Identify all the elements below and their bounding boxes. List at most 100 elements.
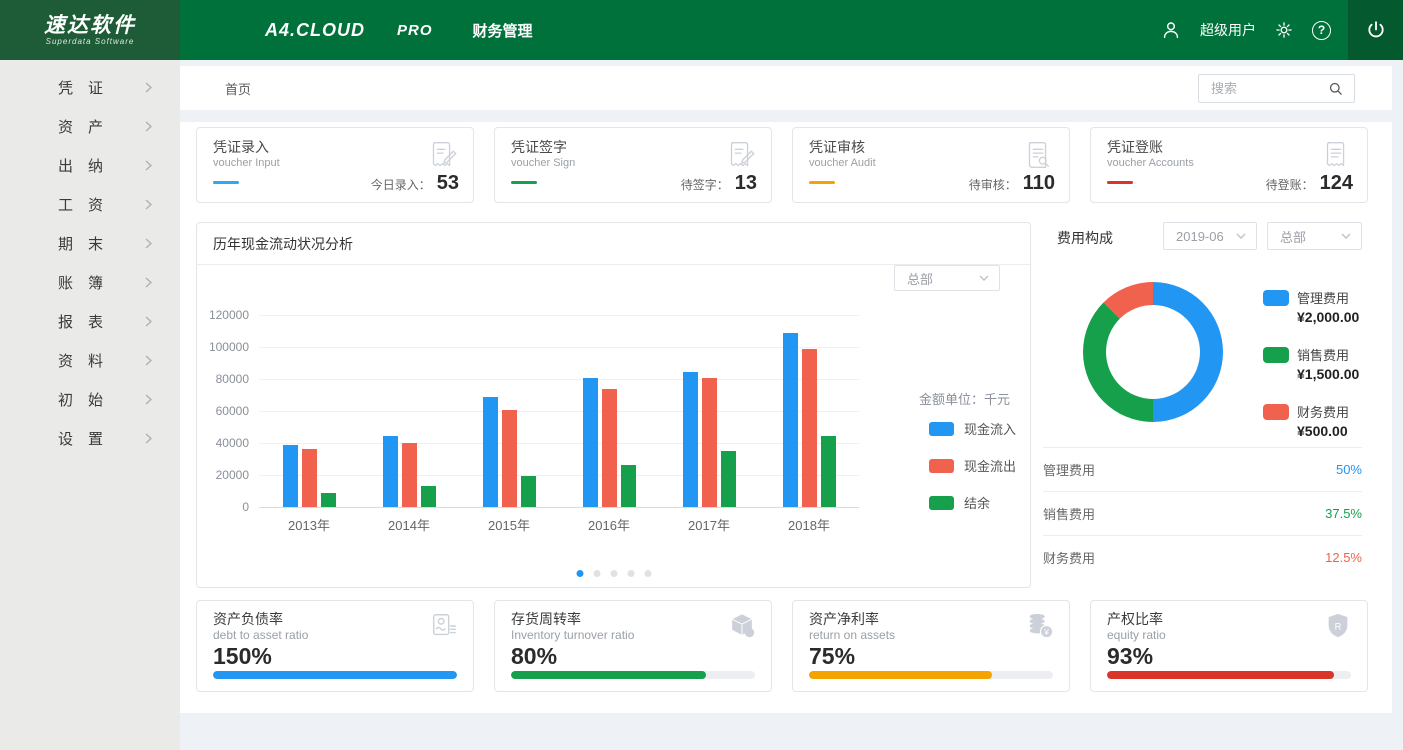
expense-legend: 管理费用 ¥2,000.00 销售费用 ¥1,500.00 财务费用 ¥500.… <box>1263 288 1359 459</box>
metric-label: 待签字： <box>681 176 729 193</box>
help-icon[interactable]: ? <box>1312 21 1331 40</box>
expense-donut-chart <box>1083 282 1223 422</box>
progress-fill <box>213 671 457 679</box>
bar-group-2014年 <box>359 436 459 507</box>
expense-panel-title: 费用构成 <box>1057 228 1113 248</box>
ratio-value: 93% <box>1107 643 1153 670</box>
legend-item: 现金流入 <box>929 419 1016 438</box>
current-user-name[interactable]: 超级用户 <box>1200 20 1256 40</box>
user-icon[interactable] <box>1160 19 1182 41</box>
ratio-value: 75% <box>809 643 855 670</box>
legend-swatch <box>929 496 954 510</box>
bar-chart-x-axis: 2013年2014年2015年2016年2017年2018年 <box>259 515 859 534</box>
metric-value: 124 <box>1320 172 1353 195</box>
ratio-value: 80% <box>511 643 557 670</box>
card-subtitle: Inventory turnover ratio <box>511 628 634 642</box>
carousel-dot-2[interactable] <box>593 570 600 577</box>
legend-item: 结余 <box>929 493 1016 512</box>
accent-dash <box>809 181 835 184</box>
card-title: 资产净利率 <box>809 609 879 629</box>
chevron-right-icon <box>145 199 152 210</box>
legend-amount: ¥500.00 <box>1297 423 1349 439</box>
donut-hole <box>1106 305 1200 399</box>
progress-fill <box>1107 671 1334 679</box>
logout-power-button[interactable] <box>1348 0 1403 60</box>
bar-结余 <box>521 476 536 507</box>
card-title: 凭证审核 <box>809 137 865 157</box>
expense-percent: 37.5% <box>1325 506 1362 521</box>
sidebar-item-initial[interactable]: 初 始 <box>0 380 180 419</box>
y-tick-label: 60000 <box>201 404 249 418</box>
carousel-dot-3[interactable] <box>610 570 617 577</box>
branch-select[interactable]: 总部 <box>894 265 1000 291</box>
sidebar-item-payroll[interactable]: 工 资 <box>0 185 180 224</box>
expense-percent: 12.5% <box>1325 550 1362 565</box>
shield-icon: R <box>1323 611 1353 646</box>
legend-swatch <box>929 422 954 436</box>
card-metric: 待登账： 124 <box>1266 172 1353 195</box>
chevron-right-icon <box>145 355 152 366</box>
sidebar-item-ledgers[interactable]: 账 簿 <box>0 263 180 302</box>
carousel-dot-4[interactable] <box>627 570 634 577</box>
settings-gear-icon[interactable] <box>1274 20 1294 40</box>
legend-swatch <box>929 459 954 473</box>
sidebar-item-label: 工 资 <box>58 194 103 215</box>
sidebar-item-cashier[interactable]: 出 纳 <box>0 146 180 185</box>
legend-label: 销售费用 <box>1297 345 1359 364</box>
progress-track <box>213 671 457 679</box>
card-voucher-sign[interactable]: 凭证签字 voucher Sign 待签字： 13 <box>494 127 772 203</box>
search-icon[interactable] <box>1327 80 1344 97</box>
breadcrumb-home[interactable]: 首页 <box>225 66 251 110</box>
metric-label: 待审核： <box>969 176 1017 193</box>
svg-text:R: R <box>1335 621 1342 631</box>
sidebar-item-base-data[interactable]: 资 料 <box>0 341 180 380</box>
module-name: 财务管理 <box>473 20 533 41</box>
carousel-dot-5[interactable] <box>644 570 651 577</box>
chevron-down-icon <box>1236 233 1246 239</box>
sidebar-item-period-end[interactable]: 期 末 <box>0 224 180 263</box>
cash-flow-title: 历年现金流动状况分析 <box>197 223 1030 265</box>
sidebar-item-assets[interactable]: 资 产 <box>0 107 180 146</box>
y-tick-label: 120000 <box>201 308 249 322</box>
card-inventory-turnover-ratio: 存货周转率 Inventory turnover ratio 80% <box>494 600 772 692</box>
sidebar-item-voucher[interactable]: 凭 证 <box>0 68 180 107</box>
metric-label: 待登账： <box>1266 176 1314 193</box>
sidebar-item-label: 资 料 <box>58 350 103 371</box>
legend-label: 财务费用 <box>1297 402 1349 421</box>
branch-select-expense[interactable]: 总部 <box>1267 222 1362 250</box>
bar-chart-plot <box>259 315 859 507</box>
progress-fill <box>511 671 706 679</box>
card-title: 产权比率 <box>1107 609 1163 629</box>
ratio-value: 150% <box>213 643 272 670</box>
metric-value: 110 <box>1023 172 1055 195</box>
cube-icon <box>727 611 757 646</box>
search-input[interactable] <box>1199 81 1327 96</box>
card-voucher-audit[interactable]: 凭证审核 voucher Audit 待审核： 110 <box>792 127 1070 203</box>
chevron-right-icon <box>145 82 152 93</box>
bar-现金流入 <box>383 436 398 507</box>
bar-结余 <box>621 465 636 507</box>
sidebar-item-settings[interactable]: 设 置 <box>0 419 180 458</box>
sidebar-item-label: 资 产 <box>58 116 103 137</box>
sidebar-item-reports[interactable]: 报 表 <box>0 302 180 341</box>
y-tick-label: 100000 <box>201 340 249 354</box>
carousel-dot-1[interactable] <box>576 570 583 577</box>
legend-item: 财务费用 ¥500.00 <box>1263 402 1359 439</box>
search-box <box>1198 74 1355 103</box>
product-edition: PRO <box>397 22 433 39</box>
bar-group-2017年 <box>659 372 759 507</box>
list-item: 管理费用 50% <box>1043 447 1362 491</box>
accent-dash <box>511 181 537 184</box>
dashboard-panel: 凭证录入 voucher Input 今日录入： 53 凭证签字 voucher… <box>180 122 1392 713</box>
legend-item: 管理费用 ¥2,000.00 <box>1263 288 1359 325</box>
chevron-right-icon <box>145 394 152 405</box>
power-icon <box>1365 19 1387 41</box>
month-select[interactable]: 2019-06 <box>1163 222 1257 250</box>
card-metric: 待签字： 13 <box>681 172 757 195</box>
legend-amount: ¥1,500.00 <box>1297 366 1359 382</box>
card-voucher-posting[interactable]: 凭证登账 voucher Accounts 待登账： 124 <box>1090 127 1368 203</box>
card-title: 资产负债率 <box>213 609 283 629</box>
card-subtitle: voucher Accounts <box>1107 157 1194 169</box>
card-voucher-input[interactable]: 凭证录入 voucher Input 今日录入： 53 <box>196 127 474 203</box>
expense-ratio-list: 管理费用 50% 销售费用 37.5% 财务费用 12.5% <box>1043 447 1362 579</box>
